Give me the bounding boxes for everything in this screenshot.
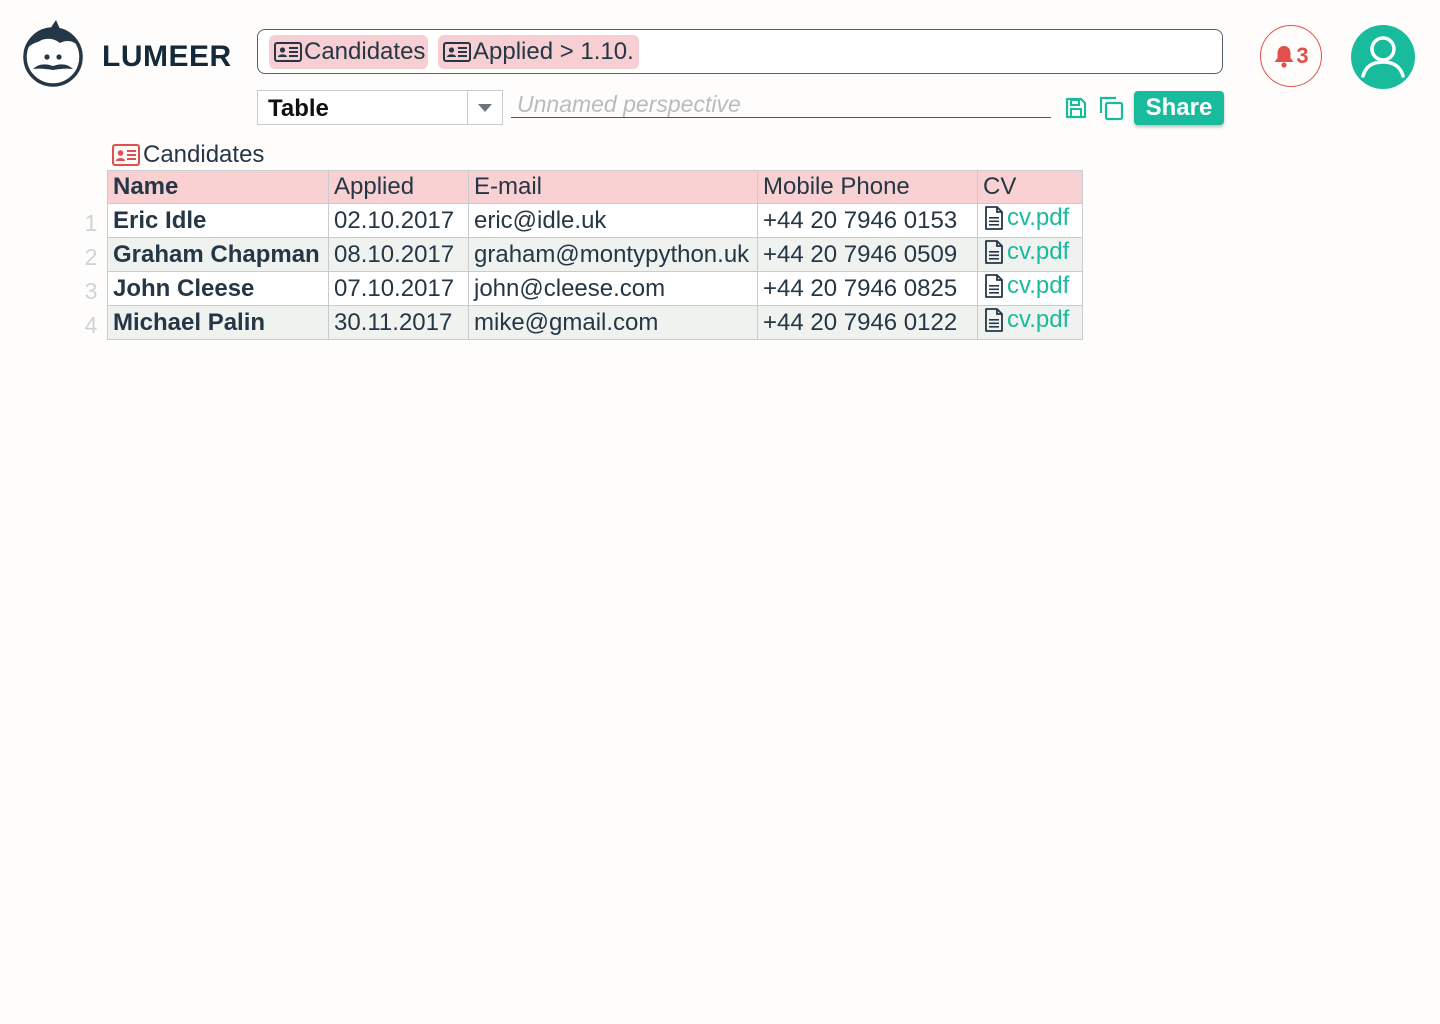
share-button[interactable]: Share (1134, 91, 1224, 125)
table-row: Graham Chapman 08.10.2017 graham@montypy… (107, 237, 1083, 272)
column-header-applied[interactable]: Applied (328, 170, 469, 204)
query-chip-filter[interactable]: Applied > 1.10. (438, 35, 639, 69)
file-icon (985, 206, 1003, 230)
copy-icon[interactable] (1097, 94, 1125, 122)
notifications-button[interactable]: 3 (1260, 25, 1322, 87)
table-header-row: Name Applied E-mail Mobile Phone CV (107, 170, 1083, 204)
table-row: Eric Idle 02.10.2017 eric@idle.uk +44 20… (107, 203, 1083, 238)
table-row: John Cleese 07.10.2017 john@cleese.com +… (107, 271, 1083, 306)
column-header-name[interactable]: Name (107, 170, 329, 204)
cell-applied[interactable]: 08.10.2017 (328, 237, 469, 272)
column-header-cv[interactable]: CV (977, 170, 1083, 204)
notifications-count: 3 (1296, 43, 1309, 68)
row-number: 4 (84, 312, 98, 338)
file-icon (985, 308, 1003, 332)
lumeer-logo[interactable] (20, 18, 86, 88)
column-header-mobile-phone[interactable]: Mobile Phone (757, 170, 978, 204)
cell-cv[interactable]: cv.pdf (977, 271, 1083, 306)
row-number: 2 (84, 244, 98, 270)
cv-file-link[interactable]: cv.pdf (983, 306, 1069, 334)
cell-cv[interactable]: cv.pdf (977, 237, 1083, 272)
cv-file-name: cv.pdf (1007, 204, 1070, 231)
cv-file-name: cv.pdf (1007, 272, 1070, 299)
search-box[interactable]: Candidates Applied > 1.10. (257, 29, 1223, 74)
query-chip-label: Applied > 1.10. (473, 38, 634, 65)
cell-email[interactable]: mike@gmail.com (468, 305, 758, 340)
table-title-label: Candidates (143, 141, 265, 168)
cell-name[interactable]: Eric Idle (107, 203, 329, 238)
cell-email[interactable]: graham@montypython.uk (468, 237, 758, 272)
cv-file-link[interactable]: cv.pdf (983, 204, 1069, 232)
id-card-icon (112, 144, 140, 166)
view-select-value: Table (268, 95, 329, 122)
column-header-email[interactable]: E-mail (468, 170, 758, 204)
table-row: Michael Palin 30.11.2017 mike@gmail.com … (107, 305, 1083, 340)
row-number: 3 (84, 278, 98, 304)
view-select-toggle[interactable] (467, 91, 502, 124)
cell-phone[interactable]: +44 20 7946 0509 (757, 237, 978, 272)
cv-file-link[interactable]: cv.pdf (983, 238, 1069, 266)
candidates-table: Name Applied E-mail Mobile Phone CV Eric… (107, 170, 1083, 340)
cell-name[interactable]: Graham Chapman (107, 237, 329, 272)
cell-phone[interactable]: +44 20 7946 0153 (757, 203, 978, 238)
bell-icon (1274, 46, 1294, 68)
cell-phone[interactable]: +44 20 7946 0825 (757, 271, 978, 306)
cv-file-link[interactable]: cv.pdf (983, 272, 1069, 300)
cell-applied[interactable]: 02.10.2017 (328, 203, 469, 238)
cell-phone[interactable]: +44 20 7946 0122 (757, 305, 978, 340)
cv-file-name: cv.pdf (1007, 306, 1070, 333)
cell-cv[interactable]: cv.pdf (977, 203, 1083, 238)
user-avatar-icon[interactable] (1350, 24, 1416, 90)
row-number: 1 (84, 210, 98, 236)
app-name: LUMEER (102, 40, 232, 73)
cell-applied[interactable]: 07.10.2017 (328, 271, 469, 306)
cell-name[interactable]: John Cleese (107, 271, 329, 306)
cell-name[interactable]: Michael Palin (107, 305, 329, 340)
file-icon (985, 240, 1003, 264)
view-select[interactable]: Table (257, 90, 503, 125)
id-card-icon (274, 42, 302, 62)
cell-applied[interactable]: 30.11.2017 (328, 305, 469, 340)
table-title[interactable]: Candidates (112, 141, 264, 169)
cell-email[interactable]: john@cleese.com (468, 271, 758, 306)
file-icon (985, 274, 1003, 298)
id-card-icon (443, 42, 471, 62)
query-chip-label: Candidates (304, 38, 426, 65)
row-numbers: 1 2 3 4 (80, 204, 102, 340)
cell-email[interactable]: eric@idle.uk (468, 203, 758, 238)
cv-file-name: cv.pdf (1007, 238, 1070, 265)
caret-down-icon (478, 103, 492, 112)
query-chip-collection[interactable]: Candidates (269, 35, 428, 69)
perspective-name-input[interactable] (511, 92, 1051, 118)
cell-cv[interactable]: cv.pdf (977, 305, 1083, 340)
save-icon[interactable] (1064, 96, 1088, 120)
